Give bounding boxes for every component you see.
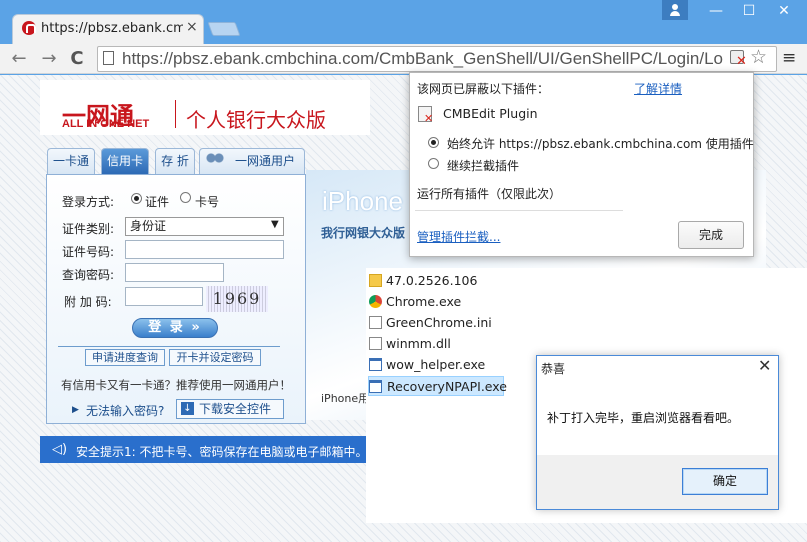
login-method-label: 登录方式:: [62, 195, 115, 209]
password-input[interactable]: [125, 263, 224, 282]
radio-cardno-label: 卡号: [195, 195, 220, 209]
radio-id[interactable]: [131, 193, 142, 204]
file-item[interactable]: 47.0.2526.106: [368, 271, 504, 291]
id-type-select[interactable]: 身份证: [125, 217, 284, 236]
cannot-input-password-link[interactable]: 无法输入密码?: [86, 402, 164, 419]
chevron-down-icon: ▼: [271, 219, 279, 230]
banner-subtitle: 我行网银大众版: [321, 226, 406, 240]
bank-logo-en: ALL IN ONE NET: [62, 118, 150, 130]
dialog-ok-button[interactable]: 确定: [682, 468, 768, 495]
keep-blocking-option[interactable]: 继续拦截插件: [447, 157, 519, 174]
progress-query-button[interactable]: 申请进度查询: [85, 349, 165, 366]
user-profile-icon[interactable]: [662, 0, 688, 20]
folder-icon: [369, 274, 382, 287]
file-item-selected[interactable]: RecoveryNPAPI.exe: [368, 376, 507, 396]
done-button[interactable]: 完成: [678, 221, 744, 249]
form-divider: [58, 346, 280, 347]
dialog-message: 补丁打入完毕，重启浏览器看看吧。: [547, 411, 740, 425]
dialog-title: 恭喜: [541, 362, 566, 376]
captcha-input[interactable]: [125, 287, 203, 306]
users-icon: [204, 152, 226, 170]
ini-file-icon: [369, 316, 382, 329]
dialog-close-icon[interactable]: ✕: [758, 356, 771, 375]
url-text[interactable]: https://pbsz.ebank.cmbchina.com/CmbBank_…: [122, 49, 738, 69]
tab-credit-card[interactable]: 信用卡: [101, 148, 149, 174]
id-number-input[interactable]: [125, 240, 284, 259]
popup-divider: [415, 210, 623, 211]
logo-divider: [175, 100, 176, 128]
speaker-icon: ◁): [52, 442, 68, 457]
reload-button[interactable]: C: [66, 48, 88, 69]
browser-menu-icon[interactable]: ≡: [782, 48, 796, 68]
new-tab-button[interactable]: [207, 22, 241, 36]
forward-button[interactable]: →: [38, 48, 60, 69]
radio-always-allow[interactable]: [428, 137, 439, 148]
captcha-image[interactable]: 1969: [206, 286, 268, 312]
chrome-icon: [369, 295, 382, 308]
learn-more-link[interactable]: 了解详情: [634, 80, 682, 97]
banner-footer: iPhone用: [321, 392, 370, 405]
radio-keep-blocking[interactable]: [428, 158, 439, 169]
tab-debit-card[interactable]: 一卡通: [47, 148, 95, 174]
tab-title: https://pbsz.ebank.cmbc: [41, 21, 183, 36]
tab-close-icon[interactable]: ×: [186, 19, 198, 35]
cmb-favicon-icon: [22, 21, 36, 35]
close-window-button[interactable]: ✕: [767, 0, 801, 22]
arrow-right-icon: ▶: [72, 405, 79, 415]
bookmark-star-icon[interactable]: ☆: [750, 46, 767, 68]
radio-id-label: 证件: [145, 195, 170, 209]
banner-title: iPhone: [322, 186, 403, 216]
tab-passbook[interactable]: 存 折: [155, 148, 195, 174]
login-button[interactable]: 登 录 »: [132, 318, 218, 338]
file-item[interactable]: Chrome.exe: [368, 292, 504, 312]
maximize-button[interactable]: ☐: [732, 0, 766, 22]
password-label: 查询密码:: [62, 268, 115, 282]
exe-file-icon: [369, 380, 382, 393]
id-type-label: 证件类别:: [62, 222, 115, 236]
popup-header: 该网页已屏蔽以下插件：: [417, 82, 550, 96]
file-item[interactable]: winmm.dll: [368, 334, 504, 354]
download-icon: ↓: [181, 402, 194, 415]
id-number-label: 证件号码:: [62, 245, 115, 259]
bank-subtitle: 个人银行大众版: [186, 108, 326, 132]
dll-file-icon: [369, 337, 382, 350]
radio-cardno[interactable]: [180, 192, 191, 203]
back-button[interactable]: ←: [8, 48, 30, 69]
run-all-plugins-link[interactable]: 运行所有插件（仅限此次）: [417, 185, 561, 202]
page-info-icon[interactable]: [103, 51, 114, 65]
captcha-label: 附 加 码:: [64, 295, 112, 309]
always-allow-option[interactable]: 始终允许 https://pbsz.ebank.cmbchina.com 使用插…: [447, 135, 754, 152]
file-item[interactable]: GreenChrome.ini: [368, 313, 504, 333]
blocked-x-icon: ✕: [424, 112, 434, 125]
exe-file-icon: [369, 358, 382, 371]
plugin-name: CMBEdit Plugin: [443, 106, 538, 121]
promo-text: 有信用卡又有一卡通？推荐使用一网通用户！: [61, 378, 291, 392]
minimize-button[interactable]: —: [699, 0, 733, 22]
activate-card-button[interactable]: 开卡并设定密码: [169, 349, 261, 366]
blocked-x-icon: ✕: [736, 54, 747, 69]
file-item[interactable]: wow_helper.exe: [368, 355, 504, 375]
security-notice-text: 安全提示1: 不把卡号、密码保存在电脑或电子邮箱中。: [76, 445, 368, 459]
manage-plugin-blocking-link[interactable]: 管理插件拦截...: [417, 228, 500, 245]
